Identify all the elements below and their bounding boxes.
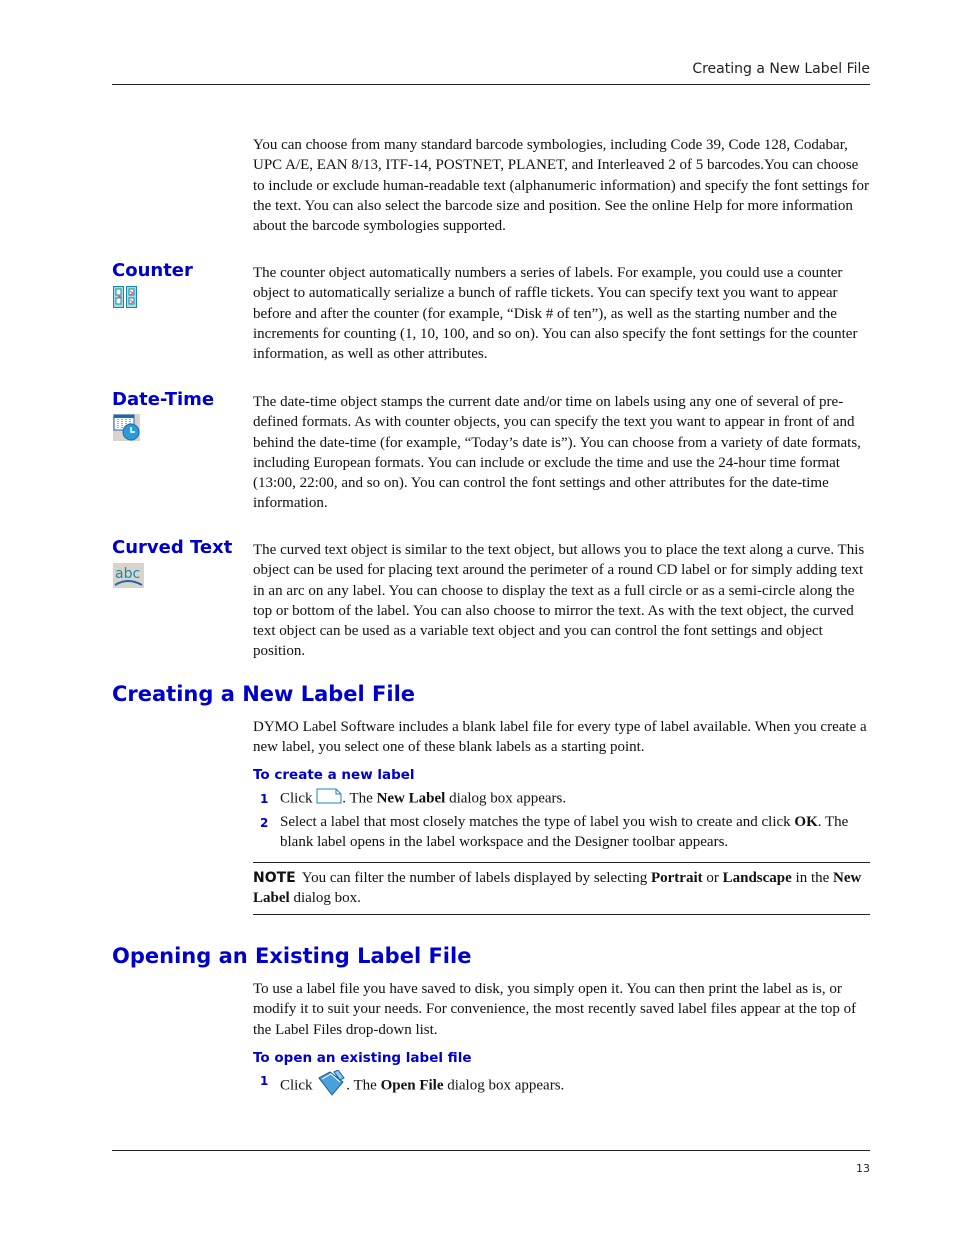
new-label-icon: [316, 788, 342, 810]
step-text: Click: [280, 1077, 313, 1094]
note-label: NOTE: [253, 870, 296, 886]
step-text: dialog box appears.: [445, 790, 567, 807]
opening-existing-label-heading: Opening an Existing Label File: [112, 944, 472, 968]
header-divider: [112, 84, 870, 85]
note-box: NOTE You can filter the number of labels …: [253, 868, 873, 909]
curved-text-heading: Curved Text: [112, 537, 233, 558]
counter-paragraph: The counter object automatically numbers…: [253, 265, 858, 363]
barcode-paragraph: You can choose from many standard barcod…: [253, 137, 870, 235]
counter-heading: Counter: [112, 260, 193, 281]
step-text: Click: [280, 790, 313, 807]
step-number: 2: [260, 816, 269, 830]
curved-text-paragraph: The curved text object is similar to the…: [253, 542, 865, 660]
create-label-procedure-heading: To create a new label: [253, 767, 415, 783]
creating-new-label-heading: Creating a New Label File: [112, 682, 416, 706]
step-number: 1: [260, 1074, 269, 1088]
note-text: or: [702, 870, 723, 886]
note-text: You can filter the number of labels disp…: [301, 870, 651, 886]
date-time-heading: Date-Time: [112, 389, 215, 410]
page-number: 13: [856, 1162, 870, 1175]
create-step-2: 2 Select a label that most closely match…: [253, 812, 873, 853]
note-text: in the: [791, 870, 834, 886]
step-text: Select a label that most closely matches…: [280, 814, 795, 830]
creating-new-label-paragraph: DYMO Label Software includes a blank lab…: [253, 719, 867, 756]
step-text: . The: [346, 1077, 381, 1094]
note-bottom-divider: [253, 914, 870, 915]
step-number: 1: [260, 792, 269, 806]
open-step-1: 1 Click . The Open File dialog box appea…: [253, 1069, 873, 1102]
note-bold: Landscape: [722, 870, 792, 886]
note-text: dialog box.: [289, 890, 361, 907]
footer-divider: [112, 1150, 870, 1151]
running-header: Creating a New Label File: [692, 61, 870, 77]
date-time-paragraph: The date-time object stamps the current …: [253, 394, 861, 512]
create-step-1: 1 Click . The New Label dialog box appea…: [253, 788, 873, 810]
open-file-icon: [316, 1069, 346, 1102]
step-text: . The: [342, 790, 377, 807]
new-label-dialog-name: New Label: [376, 790, 446, 807]
note-top-divider: [253, 862, 870, 863]
counter-icon: [113, 286, 137, 313]
open-file-dialog-name: Open File: [380, 1077, 444, 1094]
curved-text-icon: abc: [113, 563, 144, 593]
open-label-procedure-heading: To open an existing label file: [253, 1050, 472, 1066]
svg-text:abc: abc: [115, 566, 140, 582]
note-bold: Portrait: [650, 870, 703, 886]
step-text: dialog box appears.: [443, 1077, 565, 1094]
date-time-icon: [113, 414, 141, 446]
opening-existing-label-paragraph: To use a label file you have saved to di…: [253, 981, 857, 1038]
ok-button-name: OK: [794, 814, 818, 830]
